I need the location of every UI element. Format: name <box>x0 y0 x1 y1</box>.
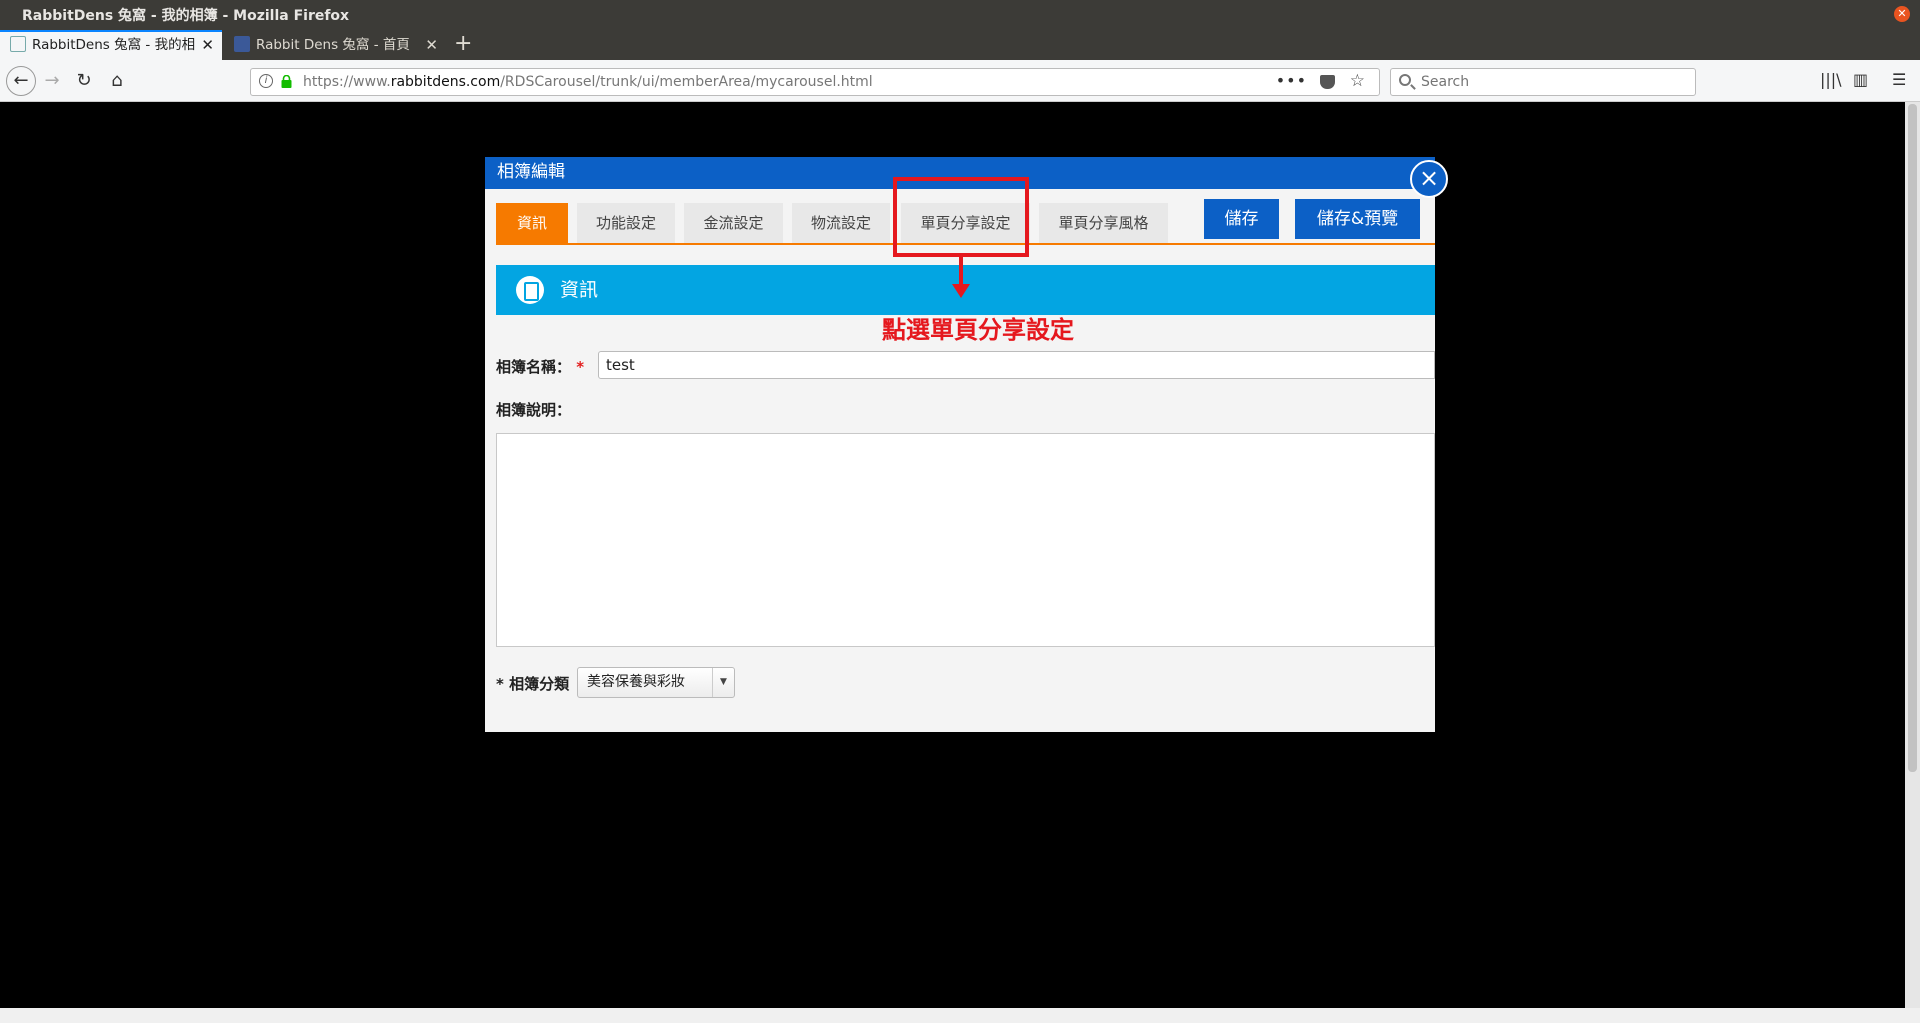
tab-label: RabbitDens 兔窩 - 我的相 <box>32 37 196 53</box>
album-category-label: * 相簿分類 <box>496 675 570 693</box>
library-icon[interactable]: |||\ <box>1820 70 1842 89</box>
search-bar[interactable] <box>1390 68 1696 96</box>
tab-close-icon[interactable]: ✕ <box>425 30 438 60</box>
album-description-label: 相簿說明： <box>496 401 572 419</box>
tab-payment-settings[interactable]: 金流設定 <box>684 203 783 243</box>
page-info-icon[interactable]: i <box>259 74 273 88</box>
sidebar-icon[interactable]: ▥ <box>1853 70 1868 89</box>
window-titlebar: RabbitDens 兔窩 - 我的相簿 - Mozilla Firefox ✕ <box>0 0 1920 28</box>
tab-function-settings[interactable]: 功能設定 <box>577 203 675 243</box>
menu-hamburger-icon[interactable]: ☰ <box>1892 70 1906 89</box>
reload-icon[interactable]: ↻ <box>70 68 98 94</box>
document-icon <box>516 276 544 304</box>
required-mark: * <box>576 358 585 376</box>
window-close-icon[interactable]: ✕ <box>1894 6 1910 22</box>
album-name-label: 相簿名稱： * <box>496 358 585 376</box>
save-button[interactable]: 儲存 <box>1204 199 1279 239</box>
tab-rabbitdens-home[interactable]: Rabbit Dens 兔窩 - 首頁 ✕ <box>224 30 446 60</box>
scrollbar-thumb[interactable] <box>1908 104 1917 772</box>
tab-strip: RabbitDens 兔窩 - 我的相 ✕ Rabbit Dens 兔窩 - 首… <box>0 28 1920 60</box>
forward-arrow-icon[interactable]: → <box>38 68 66 94</box>
save-and-preview-button[interactable]: 儲存&預覽 <box>1295 199 1420 239</box>
tab-logistics-settings[interactable]: 物流設定 <box>792 203 890 243</box>
modal-title: 相簿編輯 <box>497 162 565 182</box>
select-value: 美容保養與彩妝 <box>587 674 685 690</box>
modal-close-button[interactable]: × <box>1410 160 1448 198</box>
home-icon[interactable]: ⌂ <box>103 68 131 94</box>
annotation-arrow-line <box>959 257 963 287</box>
bookmark-star-icon[interactable]: ☆ <box>1350 71 1365 91</box>
search-input[interactable] <box>1421 73 1681 91</box>
bottom-bar <box>0 1008 1920 1023</box>
page-actions-icon[interactable]: ••• <box>1276 71 1307 90</box>
annotation-arrow-down-icon <box>952 284 970 298</box>
tab-single-page-share-style[interactable]: 單頁分享風格 <box>1039 203 1168 243</box>
annotation-highlight-box <box>893 177 1029 257</box>
lock-icon <box>281 75 292 88</box>
album-category-select[interactable]: 美容保養與彩妝 ▼ <box>577 667 735 698</box>
tab-label: Rabbit Dens 兔窩 - 首頁 <box>256 37 410 53</box>
navigation-toolbar: ← → ↻ ⌂ i https://www.rabbitdens.com/RDS… <box>0 60 1920 102</box>
album-description-textarea[interactable] <box>496 433 1435 647</box>
rabbit-favicon-icon <box>10 36 26 52</box>
facebook-favicon-icon <box>234 36 250 52</box>
url-text: https://www.rabbitdens.com/RDSCarousel/t… <box>303 74 873 90</box>
new-tab-plus-icon[interactable]: + <box>454 33 472 55</box>
section-title: 資訊 <box>560 279 599 301</box>
back-arrow-icon[interactable]: ← <box>6 66 36 96</box>
pocket-icon[interactable] <box>1320 75 1335 89</box>
tab-rabbitdens-album[interactable]: RabbitDens 兔窩 - 我的相 ✕ <box>0 30 222 60</box>
chevron-down-icon: ▼ <box>712 668 734 697</box>
search-icon <box>1399 74 1411 86</box>
annotation-text: 點選單頁分享設定 <box>882 316 1074 344</box>
window-title: RabbitDens 兔窩 - 我的相簿 - Mozilla Firefox <box>22 8 350 24</box>
tab-info[interactable]: 資訊 <box>496 203 568 243</box>
tab-close-icon[interactable]: ✕ <box>201 32 214 59</box>
url-bar[interactable]: i https://www.rabbitdens.com/RDSCarousel… <box>250 68 1380 96</box>
album-name-input[interactable]: test <box>598 351 1435 379</box>
vertical-scrollbar[interactable] <box>1905 102 1920 1008</box>
